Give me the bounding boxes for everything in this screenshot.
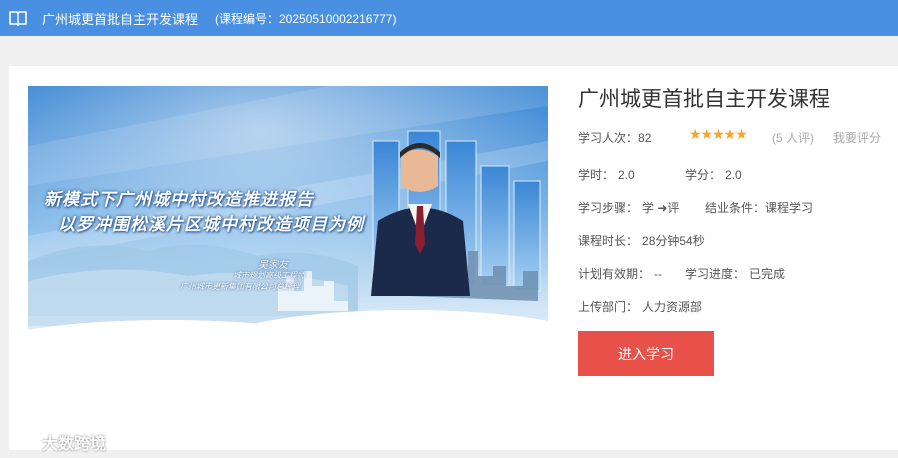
dept-label: 上传部门： (578, 300, 639, 314)
course-info-panel: 广州城更首批自主开发课程 学习人次：82 ★★★★★ (5 人评) 我要评分 学… (578, 66, 888, 450)
lecturer-name: 吴家友 (258, 260, 288, 271)
course-code: (课程编号：20250510002216777) (215, 11, 397, 26)
duration-row: 课程时长： 28分钟54秒 (578, 232, 705, 249)
hours-label: 学时： (578, 168, 615, 182)
learners-row: 学习人次：82 (578, 129, 651, 146)
rating-stars: ★★★★★ (689, 126, 748, 142)
validity-label: 计划有效期： (578, 267, 651, 281)
credits-label: 学分： (685, 168, 722, 182)
watermark: 大数跨境 (9, 430, 106, 454)
steps-row: 学习步骤：学 ➜评 结业条件：课程学习 (578, 199, 813, 216)
completion-value: 课程学习 (765, 201, 814, 215)
completion-label: 结业条件： (705, 201, 766, 215)
course-cover-image[interactable]: 新模式下广州城中村改造推进报告 以罗冲围松溪片区城中村改造项目为例 吴家友 城市… (28, 86, 548, 376)
validity-row: 计划有效期： -- 学习进度： 已完成 (578, 265, 785, 282)
steps-label: 学习步骤： (578, 201, 639, 215)
duration-label: 课程时长： (578, 234, 639, 248)
book-icon (9, 11, 27, 26)
credits-value: 2.0 (725, 168, 742, 182)
cover-headline-1: 新模式下广州城中村改造推进报告 (44, 190, 314, 210)
header-title: 广州城更首批自主开发课程 (42, 11, 199, 27)
lecturer-title-1: 城市规划高级工程师 (233, 271, 305, 280)
cover-headline-2: 以罗冲围松溪片区城中村改造项目为例 (58, 215, 364, 235)
dept-value: 人力资源部 (642, 300, 703, 314)
progress-label: 学习进度： (685, 267, 746, 281)
hours-credits-row: 学时： 2.0 学分： 2.0 (578, 166, 742, 183)
rating-count: (5 人评) (772, 131, 815, 145)
watermark-text: 大数跨境 (42, 436, 107, 453)
rate-course-link[interactable]: 我要评分 (833, 129, 881, 146)
enter-learning-button[interactable]: 进入学习 (578, 331, 714, 376)
learners-label: 学习人次： (578, 131, 639, 145)
watermark-logo-icon (9, 433, 34, 448)
steps-value: 学 ➜评 (642, 201, 680, 215)
validity-value: -- (654, 267, 663, 281)
duration-value: 28分钟54秒 (642, 234, 705, 248)
learners-value: 82 (638, 131, 652, 145)
dept-row: 上传部门： 人力资源部 (578, 298, 702, 315)
lecturer-title-2: 广州城市更新集团有限公司总经理 (180, 282, 300, 291)
top-bar: 广州城更首批自主开发课程 (课程编号：20250510002216777) (0, 0, 898, 36)
course-title: 广州城更首批自主开发课程 (578, 88, 830, 111)
progress-value: 已完成 (749, 267, 786, 281)
hours-value: 2.0 (618, 168, 635, 182)
course-card: 新模式下广州城中村改造推进报告 以罗冲围松溪片区城中村改造项目为例 吴家友 城市… (9, 66, 898, 450)
